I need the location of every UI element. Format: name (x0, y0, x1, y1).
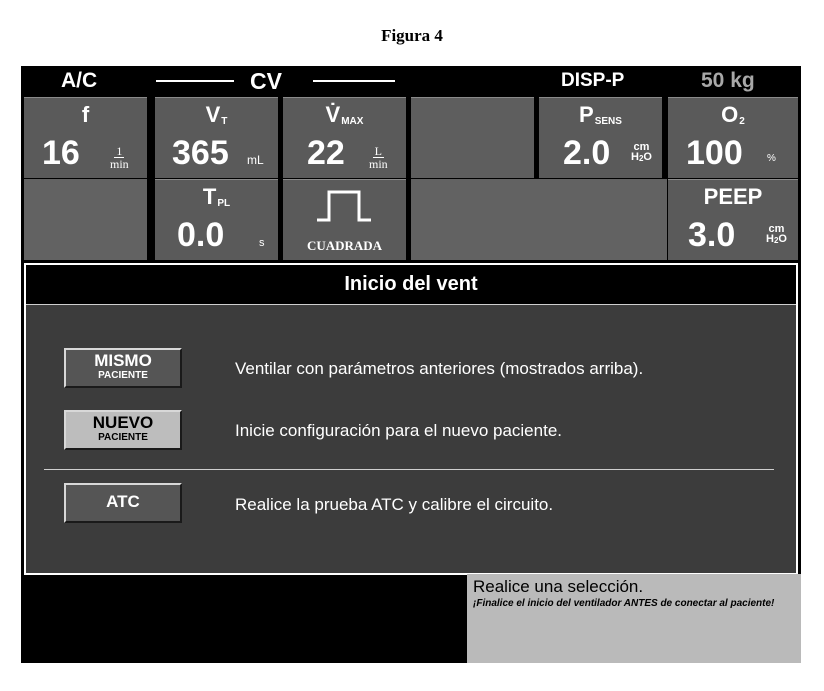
ventilator-screen: A/C CV DISP-P 50 kg f 16 1 min VT 365 mL … (21, 66, 801, 663)
param-o2-name: O2 (721, 102, 745, 127)
param-vt-unit: mL (247, 153, 264, 167)
param-psens-value: 2.0 (563, 134, 611, 172)
prompt-message-panel: Realice una selección. ¡Finalice el inic… (467, 574, 801, 663)
param-psens-name: PSENS (579, 102, 622, 127)
param-psens-unit: cm H2O (631, 141, 652, 164)
atc-description: Realice la prueba ATC y calibre el circu… (235, 495, 554, 514)
param-vmax-value: 22 (307, 134, 345, 172)
trigger-label[interactable]: DISP-P (561, 66, 624, 96)
same-patient-description: Ventilar con parámetros anteriores (most… (235, 359, 644, 378)
param-peep-name: PEEP (703, 184, 763, 209)
param-empty-3 (411, 179, 667, 260)
cv-right-line (313, 80, 395, 82)
param-tpl-name: TPL (202, 184, 231, 209)
cv-left-line (156, 80, 234, 82)
new-patient-description: Inicie configuración para el nuevo pacie… (235, 421, 562, 440)
same-patient-button[interactable]: MISMO PACIENTE (64, 348, 182, 388)
new-patient-button[interactable]: NUEVO PACIENTE (64, 410, 182, 450)
param-vt-value: 365 (172, 134, 229, 172)
param-vmax-name: V̇MAX (325, 102, 364, 127)
param-vt[interactable]: VT 365 mL (155, 97, 278, 178)
square-wave-icon (317, 190, 371, 222)
param-peep-value: 3.0 (688, 216, 736, 254)
param-waveform[interactable]: CUADRADA (283, 179, 406, 260)
param-o2[interactable]: O2 100 % (668, 97, 798, 178)
patient-weight: 50 kg (701, 69, 755, 92)
dialog-title: Inicio del vent (26, 265, 796, 305)
param-f-name: f (81, 102, 90, 127)
waveform-label: CUADRADA (306, 238, 383, 253)
atc-button[interactable]: ATC (64, 483, 182, 523)
param-peep-unit: cm H2O (766, 223, 787, 246)
param-f[interactable]: f 16 1 min (24, 97, 147, 178)
param-o2-value: 100 (686, 134, 743, 172)
figure-caption: Figura 4 (381, 26, 443, 45)
param-vmax-unit: Lmin (369, 144, 388, 171)
param-psens[interactable]: PSENS 2.0 cm H2O (539, 97, 662, 178)
param-empty-1 (411, 97, 534, 178)
param-vmax[interactable]: V̇MAX 22 Lmin (283, 97, 406, 178)
param-empty-2 (24, 179, 147, 260)
prompt-warning: ¡Finalice el inicio del ventilador ANTES… (473, 598, 775, 609)
dialog-divider (44, 469, 774, 470)
param-o2-unit: % (767, 153, 776, 164)
param-tpl-unit: s (259, 237, 265, 249)
param-peep[interactable]: PEEP 3.0 cm H2O (668, 179, 798, 260)
prompt-message: Realice una selección. (473, 577, 644, 596)
vent-start-dialog: Inicio del vent MISMO PACIENTE Ventilar … (24, 263, 798, 575)
control-label[interactable]: CV (226, 66, 306, 96)
param-vt-name: VT (205, 102, 228, 127)
param-tpl-value: 0.0 (177, 216, 225, 254)
param-f-value: 16 (42, 134, 80, 172)
param-tpl[interactable]: TPL 0.0 s (155, 179, 278, 260)
param-f-unit: 1 min (110, 144, 129, 171)
mode-label[interactable]: A/C (61, 66, 97, 96)
